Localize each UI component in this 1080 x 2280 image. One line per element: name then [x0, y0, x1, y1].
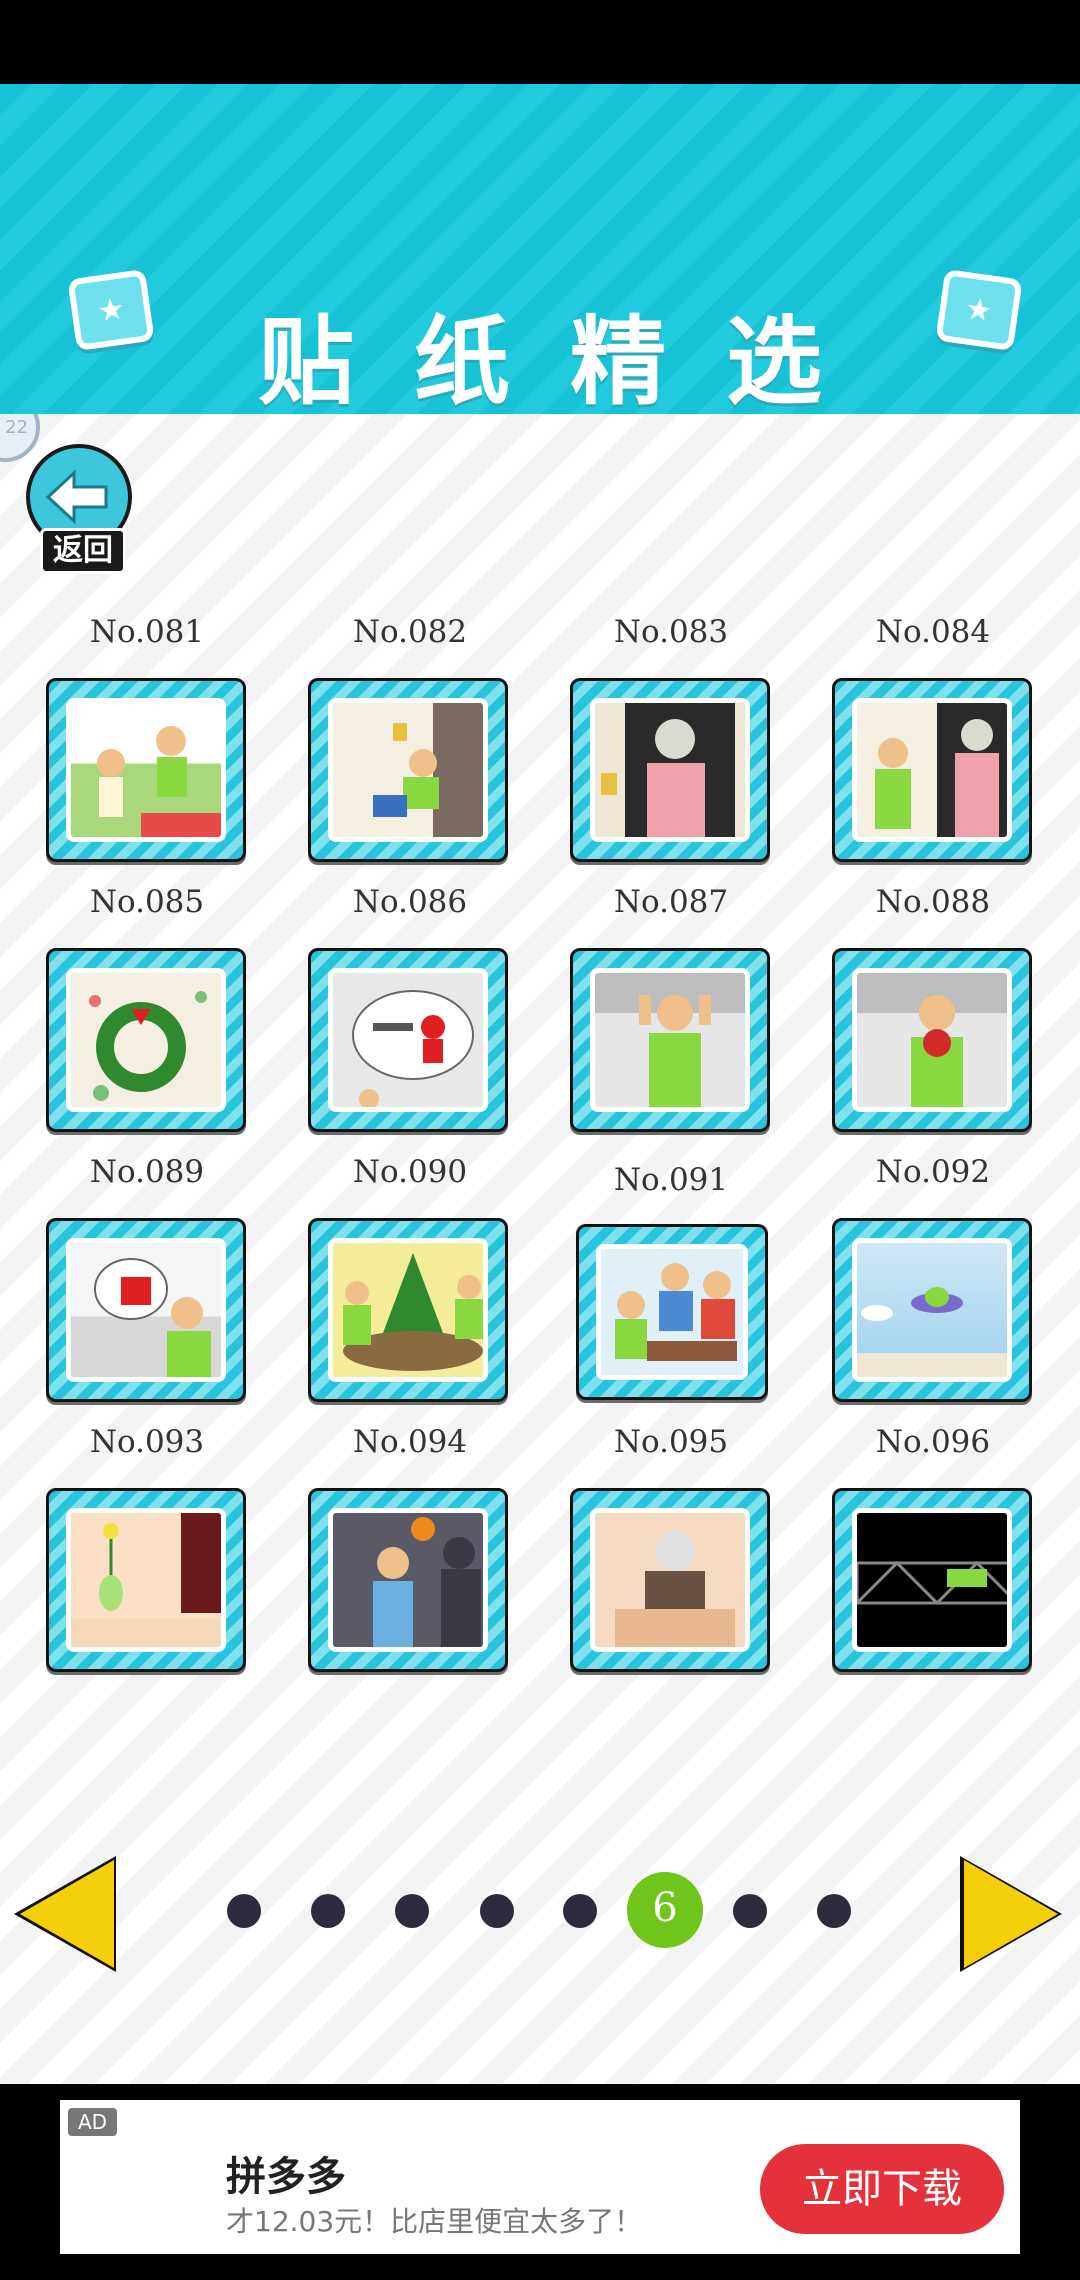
sticker-image: [328, 1238, 488, 1382]
sticker-tile[interactable]: [46, 1218, 246, 1402]
sticker-tile[interactable]: [832, 948, 1032, 1132]
sticker-label: No.087: [613, 884, 729, 920]
page-dot[interactable]: [733, 1894, 767, 1928]
sticker-label: No.081: [89, 614, 205, 650]
sticker-image: [328, 1508, 488, 1652]
sticker-tile[interactable]: [832, 1488, 1032, 1672]
sticker-label: No.095: [613, 1424, 729, 1460]
sticker-image: [66, 698, 226, 842]
sticker-label: No.094: [352, 1424, 468, 1460]
sticker-image: [596, 1244, 748, 1380]
sticker-tile[interactable]: [832, 678, 1032, 862]
sticker-image: [66, 1508, 226, 1652]
sticker-tile[interactable]: [308, 678, 508, 862]
sticker-label: No.085: [89, 884, 205, 920]
ad-download-button[interactable]: 立即下载: [760, 2144, 1004, 2234]
sticker-tile[interactable]: [570, 1488, 770, 1672]
page-dot[interactable]: [395, 1894, 429, 1928]
sticker-image: [590, 698, 750, 842]
page-dot[interactable]: [480, 1894, 514, 1928]
sticker-tile[interactable]: [308, 1488, 508, 1672]
sticker-image: [852, 968, 1012, 1112]
sticker-tile[interactable]: [570, 948, 770, 1132]
back-button[interactable]: 返回: [26, 444, 136, 574]
sticker-tile[interactable]: [46, 1488, 246, 1672]
sticker-label: No.096: [875, 1424, 991, 1460]
sticker-label: No.082: [352, 614, 468, 650]
page-dot[interactable]: [817, 1894, 851, 1928]
sticker-label: No.089: [89, 1154, 205, 1190]
sticker-label: No.090: [352, 1154, 468, 1190]
ad-tag: AD: [68, 2108, 118, 2136]
page-dot[interactable]: [563, 1894, 597, 1928]
sticker-tile[interactable]: [46, 678, 246, 862]
page-title: 贴纸精选: [258, 306, 882, 418]
ad-app-name: 拼多多: [226, 2154, 346, 2200]
page-dot-current[interactable]: 6: [627, 1872, 703, 1948]
sticker-label: No.091: [613, 1162, 729, 1198]
sticker-image: [66, 968, 226, 1112]
sticker-tile[interactable]: [46, 948, 246, 1132]
sticker-label: No.086: [352, 884, 468, 920]
sticker-star-icon: ★: [935, 268, 1023, 352]
sticker-image: [328, 698, 488, 842]
status-bar: [0, 0, 1080, 84]
sticker-image: [852, 698, 1012, 842]
sticker-image: [328, 968, 488, 1112]
sticker-label: No.092: [875, 1154, 991, 1190]
sticker-label: No.088: [875, 884, 991, 920]
sticker-label: No.084: [875, 614, 991, 650]
sticker-tile[interactable]: [576, 1224, 768, 1400]
sticker-image: [590, 968, 750, 1112]
page-dot[interactable]: [311, 1894, 345, 1928]
sticker-label: No.083: [613, 614, 729, 650]
page-dot[interactable]: [227, 1894, 261, 1928]
ad-banner[interactable]: AD 拼多多 才12.03元！比店里便宜太多了！ 立即下载: [60, 2100, 1020, 2254]
sticker-image: [852, 1238, 1012, 1382]
next-page-arrow-icon[interactable]: [964, 1860, 1058, 1968]
sticker-image: [590, 1508, 750, 1652]
pagination: 6: [0, 1846, 1080, 1972]
sticker-image: [852, 1508, 1012, 1652]
sticker-image: [66, 1238, 226, 1382]
sticker-tile[interactable]: [570, 678, 770, 862]
sticker-tile[interactable]: [832, 1218, 1032, 1402]
sticker-tile[interactable]: [308, 1218, 508, 1402]
sticker-label: No.093: [89, 1424, 205, 1460]
prev-page-arrow-icon[interactable]: [20, 1860, 114, 1968]
ad-description: 才12.03元！比店里便宜太多了！: [226, 2205, 643, 2238]
back-label: 返回: [40, 528, 126, 574]
sticker-tile[interactable]: [308, 948, 508, 1132]
header-banner: ★ 贴纸精选 ★: [0, 84, 1080, 418]
sticker-gallery: 22 返回 No.081 No.082 No.083 No.084 No.085…: [0, 414, 1080, 2084]
